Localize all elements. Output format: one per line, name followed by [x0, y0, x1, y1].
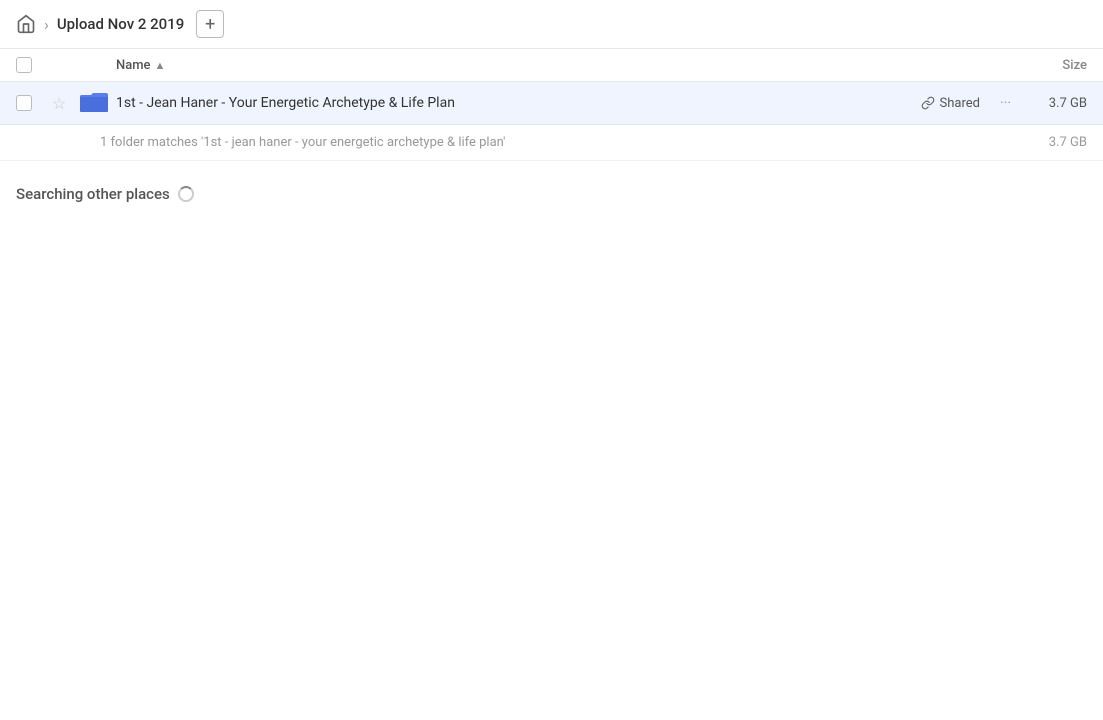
folder-icon [80, 90, 108, 112]
breadcrumb-bar: › Upload Nov 2 2019 + [0, 0, 1103, 49]
select-all-checkbox[interactable] [16, 57, 32, 73]
star-icon[interactable]: ☆ [52, 94, 66, 113]
star-cell[interactable]: ☆ [52, 94, 80, 113]
file-size: 3.7 GB [1027, 96, 1087, 111]
file-name: 1st - Jean Haner - Your Energetic Archet… [116, 95, 921, 111]
loading-spinner [178, 186, 194, 202]
sort-arrow-icon: ▲ [155, 59, 166, 72]
folder-icon-cell [80, 90, 116, 116]
row-checkbox[interactable] [16, 95, 32, 111]
row-checkbox-cell[interactable] [16, 95, 52, 111]
shared-label: Shared [940, 96, 980, 111]
file-row[interactable]: ☆ 1st - Jean Haner - Your Energetic Arch… [0, 82, 1103, 125]
shared-badge: Shared [921, 96, 980, 111]
summary-text: 1 folder matches '1st - jean haner - you… [100, 135, 505, 150]
home-button[interactable] [16, 14, 36, 34]
add-button[interactable]: + [196, 10, 224, 38]
searching-section: Searching other places [0, 161, 1103, 215]
summary-size: 3.7 GB [1049, 135, 1087, 150]
searching-label: Searching other places [16, 185, 170, 203]
size-column-header: Size [1007, 58, 1087, 73]
breadcrumb-separator: › [44, 15, 49, 34]
breadcrumb-title: Upload Nov 2 2019 [57, 15, 184, 33]
more-options-button[interactable]: ··· [996, 91, 1015, 115]
column-headers: Name ▲ Size [0, 49, 1103, 82]
name-column-header[interactable]: Name ▲ [116, 58, 1007, 73]
summary-row: 1 folder matches '1st - jean haner - you… [0, 125, 1103, 161]
link-icon [921, 96, 935, 110]
